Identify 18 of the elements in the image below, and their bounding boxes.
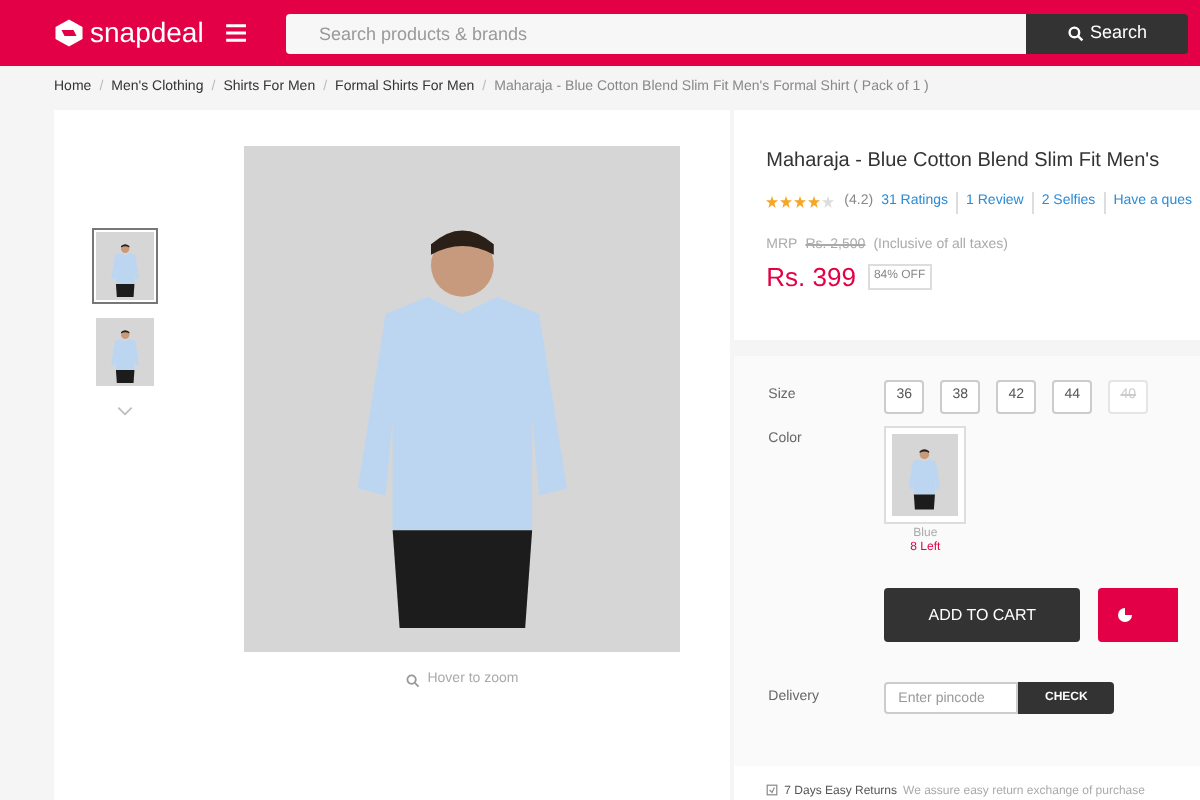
pie-icon [1118,608,1133,622]
shirt-photo [96,232,154,300]
search-field[interactable]: Search products & brands [286,13,1027,53]
product-title: Maharaja - Blue Cotton Blend Slim Fit Men's [766,148,1162,174]
sale-price: Rs. 399 [766,260,856,296]
shirt-photo [892,434,959,516]
thumbnail[interactable] [92,314,158,390]
logo-text[interactable]: snapdeal [90,12,204,54]
search-icon [405,673,420,688]
add-to-cart-button[interactable]: ADD TO CART [884,588,1081,642]
menu-icon[interactable] [225,24,247,42]
logo-icon [54,18,84,48]
search-icon [1067,25,1084,41]
thumbnail[interactable] [92,228,158,304]
search-button[interactable]: Search [1026,13,1189,53]
color-swatch[interactable] [884,426,967,524]
buy-button[interactable] [1098,588,1179,642]
shirt-photo [96,318,154,386]
